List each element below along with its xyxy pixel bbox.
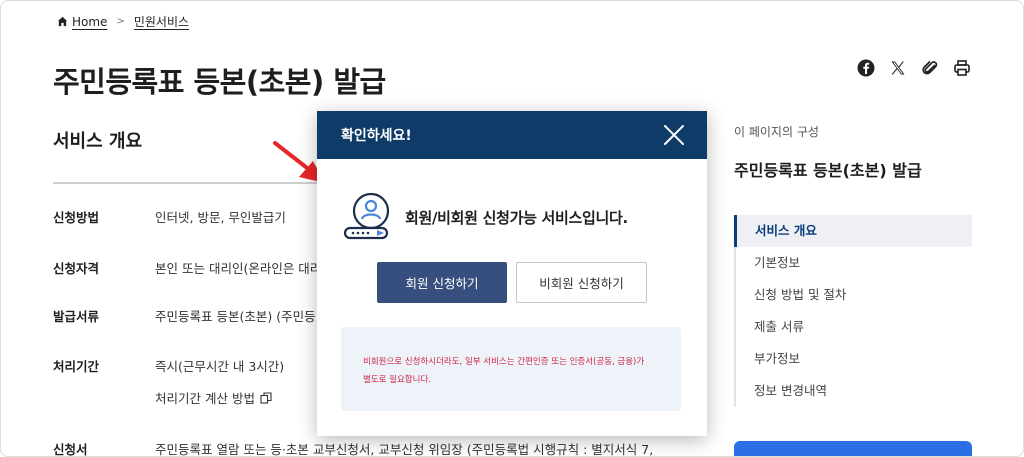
notice-box: 비회원으로 신청하시더라도, 일부 서비스는 간편인증 또는 인증서(공동, 금… (341, 327, 681, 411)
info-value: 본인 또는 대리인(온라인은 대리 (155, 261, 322, 276)
home-icon (57, 16, 68, 27)
toc-title: 주민등록표 등본(초본) 발급 (734, 161, 922, 180)
modal-header: 확인하세요! (317, 111, 707, 159)
close-icon[interactable] (663, 124, 685, 146)
toc-item-overview[interactable]: 서비스 개요 (734, 215, 972, 247)
processing-time-calc-link[interactable]: 처리기간 계산 방법 (155, 388, 272, 407)
toc-caption: 이 페이지의 구성 (734, 125, 819, 139)
page-title: 주민등록표 등본(초본) 발급 (53, 65, 386, 99)
info-value: 주민등록표 등본(초본) (주민등 (155, 309, 316, 324)
confirm-modal: 확인하세요! 회원/비회원 신청가능 서비스입니다. 회원 신청하기 비회원 신… (317, 111, 707, 436)
info-value: 주민등록표 열람 또는 등·초본 교부신청서, 교부신청 위임장 (주민등록법 … (155, 442, 654, 457)
toc-item-basic-info[interactable]: 기본정보 (736, 247, 972, 279)
breadcrumb-home-link[interactable]: Home (72, 15, 107, 29)
info-label: 신청방법 (53, 210, 100, 225)
calc-link-label: 처리기간 계산 방법 (155, 391, 255, 406)
breadcrumb: Home > 민원서비스 (57, 13, 189, 30)
share-toolbar (857, 59, 971, 77)
page-frame: Home > 민원서비스 주민등록표 등본(초본) 발급 서비스 개요 신청방법… (0, 0, 1024, 457)
toc-item-change-history[interactable]: 정보 변경내역 (736, 375, 972, 407)
modal-message-text: 회원/비회원 신청가능 서비스입니다. (405, 208, 628, 227)
notice-text-line1: 비회원으로 신청하시더라도, 일부 서비스는 간편인증 또는 인증서(공동, 금… (363, 357, 645, 367)
notice-text-line2: 별도로 필요합니다. (363, 375, 431, 385)
chevron-right-icon: > (116, 16, 125, 27)
toc-item-procedure[interactable]: 신청 방법 및 절차 (736, 279, 972, 311)
guest-apply-button[interactable]: 비회원 신청하기 (516, 262, 647, 303)
breadcrumb-current-link[interactable]: 민원서비스 (134, 13, 189, 30)
info-label: 신청서 (53, 442, 88, 457)
x-icon[interactable] (889, 59, 907, 77)
user-login-icon (343, 192, 390, 240)
info-value: 즉시(근무시간 내 3시간) (155, 359, 285, 374)
copy-icon (260, 391, 272, 404)
modal-title: 확인하세요! (341, 128, 412, 144)
facebook-icon[interactable] (857, 59, 875, 77)
overview-section-title: 서비스 개요 (53, 131, 143, 152)
member-apply-button[interactable]: 회원 신청하기 (377, 262, 507, 303)
print-icon[interactable] (953, 59, 971, 77)
toc-nav: 서비스 개요 기본정보 신청 방법 및 절차 제출 서류 부가정보 정보 변경내… (734, 215, 972, 407)
info-label: 처리기간 (53, 359, 100, 374)
info-label: 발급서류 (53, 309, 100, 324)
toc-item-additional-info[interactable]: 부가정보 (736, 343, 972, 375)
info-label: 신청자격 (53, 261, 100, 276)
info-value: 인터넷, 방문, 무인발급기 (155, 210, 286, 225)
apply-button-partial[interactable] (734, 441, 972, 456)
modal-message: 회원/비회원 신청가능 서비스입니다. (341, 189, 628, 245)
toc-item-documents[interactable]: 제출 서류 (736, 311, 972, 343)
paperclip-icon[interactable] (921, 59, 939, 77)
